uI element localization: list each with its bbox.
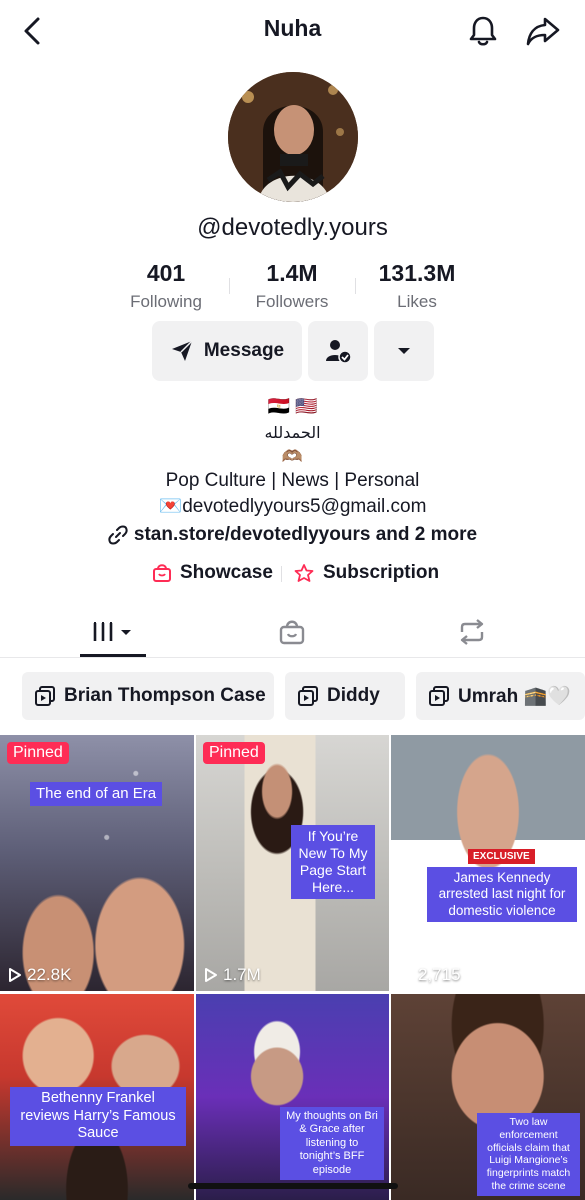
video-caption: James Kennedy arrested last night for do…	[427, 867, 577, 923]
playlist-chip-diddy[interactable]: Diddy	[285, 672, 405, 720]
stat-label: Following	[130, 292, 202, 311]
subscription-button[interactable]: Subscription	[293, 562, 439, 584]
view-count-value: 22.8K	[27, 965, 72, 984]
following-status-button[interactable]	[308, 321, 368, 381]
showcase-button[interactable]: Showcase	[152, 562, 273, 584]
message-button[interactable]: Message	[152, 321, 302, 381]
view-count-value: 2,715	[418, 965, 461, 984]
bio-line-email: 💌devotedlyyours5@gmail.com	[158, 496, 427, 517]
suggested-accounts-button[interactable]	[374, 321, 434, 381]
video-caption: If You’re New To My Page Start Here...	[291, 825, 375, 900]
subscription-label: Subscription	[323, 562, 440, 583]
bell-icon[interactable]	[466, 14, 500, 48]
videos-grid-icon	[93, 622, 131, 641]
link-icon	[108, 525, 128, 545]
video-tile[interactable]: Pinned If You’re New To My Page Start He…	[196, 735, 389, 991]
bio-arabic-text: الحمدلله	[264, 423, 321, 442]
stat-followers[interactable]: 1.4M Followers	[222, 260, 362, 312]
stat-value: 1.4M	[266, 260, 318, 286]
video-caption: Two law enforcement officials claim that…	[477, 1113, 580, 1196]
exclusive-tag: EXCLUSIVE	[468, 849, 535, 864]
send-icon	[171, 340, 193, 361]
showcase-label: Showcase	[180, 562, 273, 583]
repost-icon	[460, 619, 484, 645]
stat-value: 131.3M	[378, 260, 456, 286]
view-count: 22.8K	[8, 965, 71, 985]
playlist-chip-brian-thompson[interactable]: Brian Thompson Case	[22, 672, 274, 720]
stat-label: Likes	[397, 292, 437, 311]
pinned-badge: Pinned	[203, 742, 265, 764]
caret-down-icon	[398, 348, 410, 354]
profile-handle: @devotedly.yours	[197, 214, 388, 241]
video-caption: The end of an Era	[30, 782, 163, 807]
video-thumbnail	[0, 735, 194, 991]
bio-heart-hands: 🫶🏽	[281, 447, 304, 466]
stat-likes[interactable]: 131.3M Likes	[347, 260, 487, 312]
video-tile[interactable]: Two law enforcement officials claim that…	[391, 994, 585, 1200]
tab-videos[interactable]	[80, 612, 146, 652]
playlist-label: Diddy	[327, 685, 380, 706]
video-tile[interactable]: My thoughts on Bri & Grace after listeni…	[196, 994, 389, 1200]
bio-link-text: stan.store/devotedlyyours and 2 more	[133, 524, 478, 545]
video-tile[interactable]: Pinned The end of an Era 22.8K	[0, 735, 194, 991]
bio-line-topics: Pop Culture | News | Personal	[165, 470, 420, 491]
pinned-badge: Pinned	[7, 742, 69, 764]
play-outline-icon	[400, 968, 412, 982]
tab-reposts[interactable]	[442, 612, 502, 652]
message-label: Message	[203, 340, 285, 361]
feature-divider	[281, 566, 282, 582]
playlist-label: Umrah 🕋🤍	[458, 686, 571, 707]
profile-features: Showcase Subscription	[0, 562, 585, 590]
view-count: 2,715	[399, 965, 461, 985]
stat-divider	[355, 278, 356, 294]
view-count: 1.7M	[204, 965, 261, 985]
video-tile[interactable]: EXCLUSIVE James Kennedy arrested last ni…	[391, 735, 585, 991]
playlist-icon	[35, 686, 55, 706]
shopping-bag-icon	[153, 564, 171, 582]
profile-stats: 401 Following 1.4M Followers 131.3M Like…	[0, 260, 585, 316]
play-outline-icon	[205, 968, 217, 982]
avatar[interactable]	[228, 72, 358, 202]
video-caption: My thoughts on Bri & Grace after listeni…	[280, 1107, 384, 1181]
stat-value: 401	[146, 260, 186, 286]
video-grid: Pinned The end of an Era 22.8K Pinned If…	[0, 735, 585, 1200]
user-check-icon	[326, 340, 352, 364]
playlist-icon	[429, 686, 449, 706]
active-tab-indicator	[80, 654, 146, 657]
action-buttons: Message	[0, 321, 585, 381]
tab-shop[interactable]	[262, 612, 322, 652]
bio-flags: 🇪🇬 🇺🇸	[267, 396, 318, 416]
bio-link[interactable]: stan.store/devotedlyyours and 2 more	[0, 524, 585, 546]
stat-following[interactable]: 401 Following	[96, 260, 236, 312]
playlist-icon	[298, 686, 318, 706]
play-outline-icon	[9, 968, 21, 982]
share-arrow-icon[interactable]	[524, 14, 562, 48]
stat-divider	[229, 278, 230, 294]
stat-label: Followers	[255, 292, 329, 311]
top-bar: Nuha	[0, 0, 585, 62]
playlist-chip-umrah[interactable]: Umrah 🕋🤍	[416, 672, 585, 720]
home-indicator	[188, 1183, 398, 1189]
video-tile[interactable]: Bethenny Frankel reviews Harry’s Famous …	[0, 994, 194, 1200]
video-caption: Bethenny Frankel reviews Harry’s Famous …	[10, 1087, 186, 1147]
playlist-row: Brian Thompson Case Diddy Umrah 🕋🤍	[0, 672, 585, 720]
content-tabs	[0, 606, 585, 658]
view-count-value: 1.7M	[223, 965, 261, 984]
playlist-label: Brian Thompson Case	[64, 685, 266, 706]
shop-bag-icon	[279, 620, 305, 645]
subscription-star-icon	[294, 564, 314, 582]
